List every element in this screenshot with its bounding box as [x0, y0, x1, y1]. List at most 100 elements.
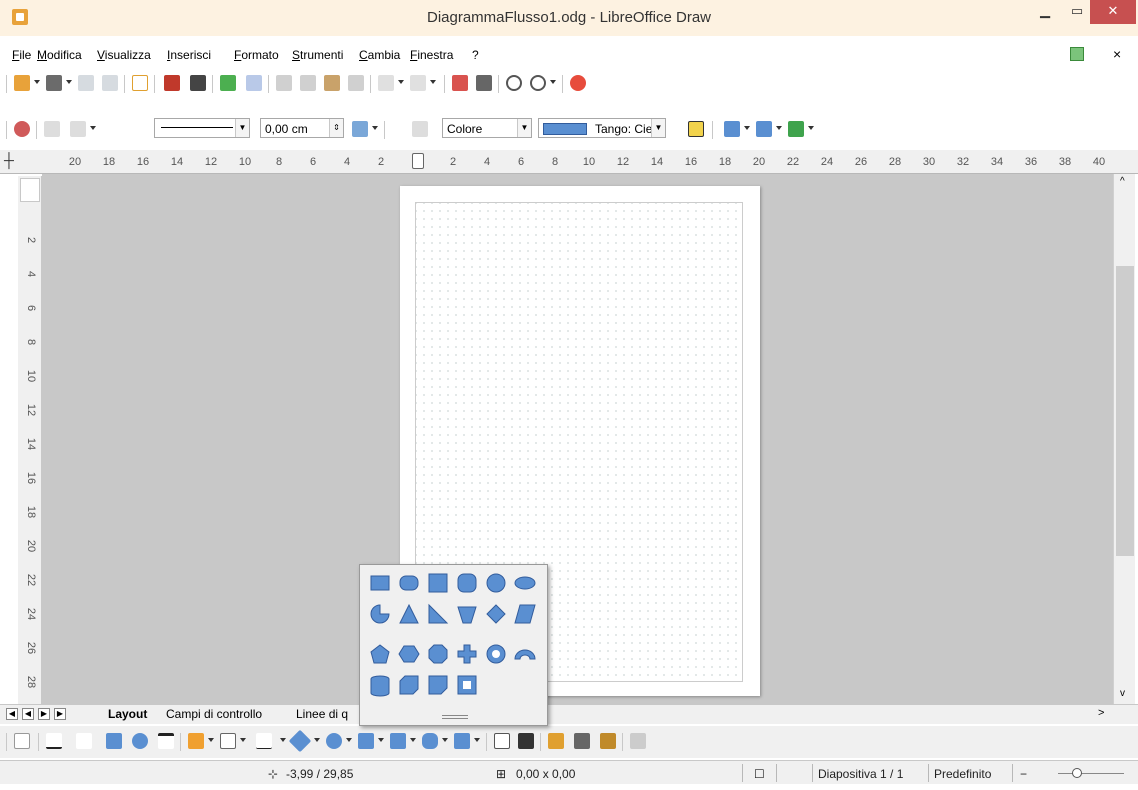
spellcheck-icon[interactable] [220, 75, 236, 91]
line-icon[interactable] [44, 121, 60, 137]
line-color-icon[interactable] [352, 121, 368, 137]
chevron-down-icon[interactable] [34, 80, 40, 84]
copy-icon[interactable] [300, 75, 316, 91]
tab-linee-di-quotatura[interactable]: Linee di q [296, 707, 348, 721]
shape-rectangle[interactable] [370, 575, 390, 591]
shape-diamond[interactable] [486, 604, 506, 624]
last-tab-icon[interactable]: ▶ [54, 708, 66, 720]
chevron-down-icon[interactable] [808, 126, 814, 130]
chevron-down-icon[interactable] [410, 738, 416, 742]
scroll-up-icon[interactable]: ^ [1120, 176, 1125, 187]
shape-block-arc[interactable] [514, 649, 536, 660]
connector-tool-icon[interactable] [220, 733, 236, 749]
vertical-ruler[interactable]: 2 4 6 8 10 12 14 16 18 20 22 24 26 28 [18, 176, 42, 704]
maximize-button[interactable]: ▭ [1062, 0, 1092, 24]
extrusion-icon[interactable] [630, 733, 646, 749]
popup-drag-handle[interactable] [442, 715, 468, 719]
shape-pentagon[interactable] [370, 644, 390, 664]
line-width-input[interactable]: 0,00 cm ⇕ [260, 118, 344, 138]
curve-tool-icon[interactable] [188, 733, 204, 749]
vertical-scrollbar[interactable]: ^ v [1113, 174, 1135, 704]
zoom-out-icon[interactable]: − [1020, 767, 1027, 781]
chevron-down-icon[interactable] [550, 80, 556, 84]
chevron-down-icon[interactable] [378, 738, 384, 742]
ruler-indent-marker[interactable] [412, 153, 424, 169]
menu-modifica[interactable]: Modifica [37, 48, 82, 62]
menu-formato[interactable]: Formato [234, 48, 279, 62]
drawing-canvas[interactable] [42, 174, 1113, 704]
clone-formatting-icon[interactable] [348, 75, 364, 91]
close-document-button[interactable]: × [1113, 46, 1121, 62]
shape-circle[interactable] [486, 573, 506, 593]
chevron-down-icon[interactable] [372, 126, 378, 130]
chevron-down-icon[interactable]: ▼ [235, 119, 249, 137]
chevron-down-icon[interactable] [66, 80, 72, 84]
print-icon[interactable] [190, 75, 206, 91]
insert-table-icon[interactable] [476, 75, 492, 91]
insert-chart-icon[interactable] [452, 75, 468, 91]
menu-help[interactable]: ? [472, 48, 479, 62]
menu-visualizza[interactable]: Visualizza [97, 48, 151, 62]
zoom-slider-track[interactable] [1058, 773, 1124, 774]
text-tool-icon[interactable] [158, 733, 174, 749]
shape-rounded-rectangle[interactable] [399, 575, 419, 591]
tab-campi-di-controllo[interactable]: Campi di controllo [166, 707, 262, 721]
chevron-down-icon[interactable] [474, 738, 480, 742]
align-icon[interactable] [756, 121, 772, 137]
scroll-down-icon[interactable]: v [1120, 688, 1125, 699]
rectangle-tool-icon[interactable] [106, 733, 122, 749]
shape-cross[interactable] [457, 644, 477, 664]
horizontal-ruler[interactable]: ┼ 20 18 16 14 12 10 8 6 4 2 2 4 6 8 10 12 14 16 18 20 22 24 26… [0, 150, 1138, 174]
download-update-icon[interactable] [1070, 47, 1084, 61]
save-icon[interactable] [78, 75, 94, 91]
shape-circle-pie[interactable] [370, 604, 390, 624]
chevron-down-icon[interactable] [744, 126, 750, 130]
lines-arrows-tool-icon[interactable] [256, 733, 272, 749]
shape-isosceles-triangle[interactable] [399, 603, 419, 624]
chevron-down-icon[interactable] [240, 738, 246, 742]
next-tab-icon[interactable]: ▶ [38, 708, 50, 720]
select-icon[interactable] [14, 733, 30, 749]
insert-image-icon[interactable] [574, 733, 590, 749]
chevron-down-icon[interactable] [776, 126, 782, 130]
help-icon[interactable] [570, 75, 586, 91]
scroll-thumb[interactable] [1116, 266, 1134, 556]
shadow-icon[interactable] [688, 121, 704, 137]
minimize-button[interactable]: ▁ [1030, 0, 1060, 24]
shape-square[interactable] [428, 573, 448, 593]
chevron-down-icon[interactable] [90, 126, 96, 130]
edit-mode-icon[interactable] [132, 75, 148, 91]
chevron-down-icon[interactable] [398, 80, 404, 84]
ruler-origin-icon[interactable]: ┼ [4, 152, 14, 168]
callouts-icon[interactable] [422, 733, 438, 749]
basic-shapes-icon[interactable] [288, 729, 312, 753]
block-arrows-icon[interactable] [358, 733, 374, 749]
chevron-down-icon[interactable] [442, 738, 448, 742]
line-tool-icon[interactable] [46, 733, 62, 749]
prev-tab-icon[interactable]: ◀ [22, 708, 34, 720]
line-arrow-tool-icon[interactable] [76, 733, 92, 749]
chevron-down-icon[interactable] [314, 738, 320, 742]
chevron-down-icon[interactable]: ▼ [651, 119, 665, 137]
menu-cambia[interactable]: Cambia [359, 48, 400, 62]
gallery-icon[interactable] [600, 733, 616, 749]
chevron-down-icon[interactable]: ▼ [517, 119, 531, 137]
redo-icon[interactable] [410, 75, 426, 91]
open-folder-icon[interactable] [46, 75, 62, 91]
menu-inserisci[interactable]: Inserisci [167, 48, 211, 62]
close-button[interactable]: ✕ [1090, 0, 1136, 24]
cut-icon[interactable] [276, 75, 292, 91]
ruler-v-marker[interactable] [20, 178, 40, 202]
arrow-style-icon[interactable] [70, 121, 86, 137]
shape-right-triangle[interactable] [428, 603, 449, 624]
undo-icon[interactable] [378, 75, 394, 91]
zoom-icon[interactable] [530, 75, 546, 91]
zoom-slider-knob[interactable] [1072, 768, 1082, 778]
transform-icon[interactable] [724, 121, 740, 137]
new-document-icon[interactable] [14, 75, 30, 91]
chevron-down-icon[interactable] [208, 738, 214, 742]
area-style-select[interactable]: Colore ▼ [442, 118, 532, 138]
chevron-down-icon[interactable] [346, 738, 352, 742]
shape-folded-corner[interactable] [428, 675, 448, 695]
glue-points-icon[interactable] [518, 733, 534, 749]
